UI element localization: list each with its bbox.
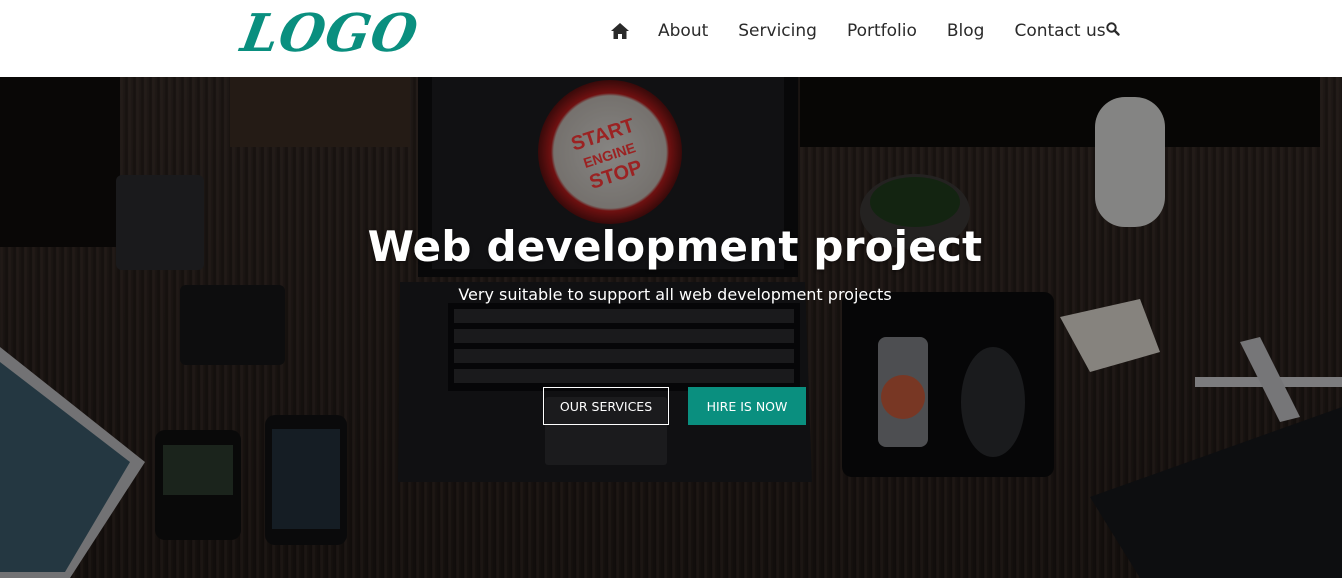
main-nav: About Servicing Portfolio Blog Contact u… — [610, 18, 1136, 44]
nav-about[interactable]: About — [658, 21, 708, 41]
logo[interactable]: LOGO — [237, 3, 423, 64]
hero-title: Web development project — [367, 222, 983, 271]
nav-contact-us[interactable]: Contact us — [1014, 21, 1105, 41]
hero-subtitle: Very suitable to support all web develop… — [458, 285, 892, 304]
nav-servicing[interactable]: Servicing — [738, 21, 817, 41]
our-services-button[interactable]: OUR SERVICES — [543, 387, 669, 425]
nav-blog[interactable]: Blog — [947, 21, 985, 41]
home-icon[interactable] — [610, 19, 630, 43]
site-header: LOGO About Servicing Portfolio Blog Cont… — [0, 0, 1342, 77]
hire-is-now-button[interactable]: HIRE IS NOW — [688, 387, 806, 425]
engine-button-text: START ENGINE STOP — [568, 115, 644, 194]
hero-section: START ENGINE STOP Web development projec… — [0, 77, 1342, 578]
search-icon[interactable] — [1105, 21, 1121, 37]
hero-overlay — [0, 77, 1342, 578]
nav-portfolio[interactable]: Portfolio — [847, 21, 917, 41]
